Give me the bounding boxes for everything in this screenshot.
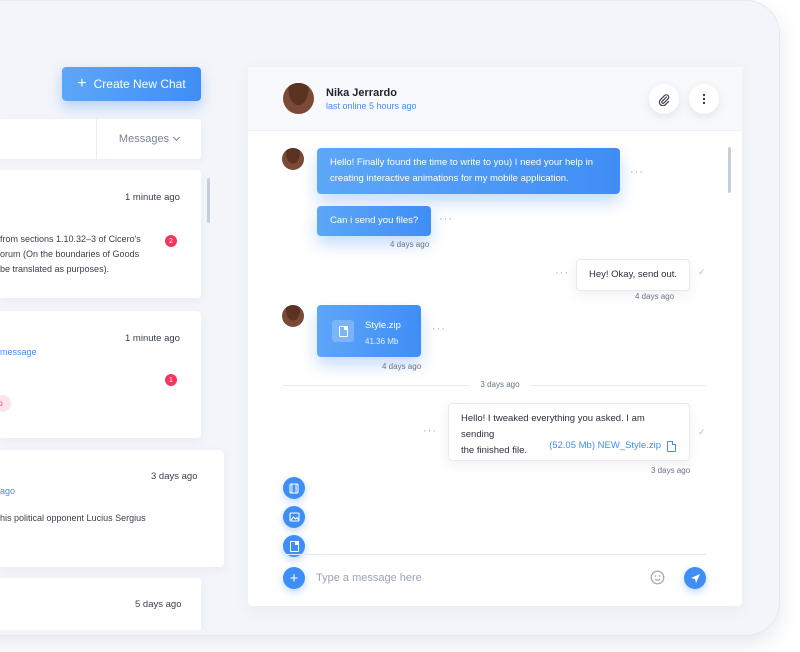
message-options-icon[interactable]: ··· (555, 267, 569, 279)
preview-line: orum (On the boundaries of Goods (0, 249, 140, 259)
message-options-icon[interactable]: ··· (630, 166, 644, 178)
message-time: 3 days ago (651, 466, 691, 475)
conversation-list-scrollbar[interactable] (207, 178, 210, 223)
conversation-item[interactable]: 5 days ago (0, 578, 201, 630)
file-size: 41.36 Mb (365, 337, 399, 346)
film-icon (289, 482, 299, 494)
conversation-link[interactable]: ago (0, 486, 15, 496)
attach-video-button[interactable] (283, 477, 305, 499)
conversation-item[interactable]: 1 minute ago message 1 to (0, 311, 201, 438)
send-button[interactable] (684, 567, 706, 589)
paperclip-icon (658, 93, 670, 106)
conversation-filter-bar: Messages (0, 119, 201, 159)
messages-scrollbar[interactable] (728, 147, 731, 193)
unread-badge: 2 (165, 235, 177, 247)
filter-label: Messages (118, 133, 170, 145)
chat-panel: Nika Jerrardo last online 5 hours ago He… (248, 67, 742, 606)
message-time: 4 days ago (635, 292, 675, 301)
message-time: 4 days ago (390, 240, 430, 249)
conversation-link[interactable]: message (0, 347, 37, 357)
label-tag: to (0, 395, 11, 412)
conversation-item[interactable]: 3 days ago ago his political opponent Lu… (0, 450, 224, 567)
read-check-icon: ✓ (698, 267, 706, 277)
conversation-time: 3 days ago (151, 471, 198, 482)
conversation-list: 1 minute ago from sections 1.10.32–3 of … (0, 170, 230, 630)
contact-status: last online 5 hours ago (326, 101, 417, 111)
create-new-chat-button[interactable]: + Create New Chat (62, 67, 201, 101)
outgoing-message: Hey! Okay, send out. (576, 259, 691, 291)
emoji-button[interactable] (650, 570, 665, 590)
create-new-chat-label: Create New Chat (93, 77, 186, 91)
file-icon (332, 320, 354, 342)
attach-button[interactable] (649, 84, 679, 114)
chat-header: Nika Jerrardo last online 5 hours ago (248, 67, 742, 131)
add-attachment-button[interactable]: + (283, 567, 305, 589)
document-icon (667, 440, 676, 452)
attachment-name: (52.05 Mb) NEW_Style.zip (549, 440, 661, 451)
preview-line: from sections 1.10.32–3 of Cicero's (0, 234, 141, 244)
contact-name: Nika Jerrardo (326, 87, 397, 99)
read-check-icon: ✓ (698, 427, 706, 437)
message-options-icon[interactable]: ··· (439, 213, 453, 225)
file-name: Style.zip (365, 320, 401, 331)
outgoing-message: Hello! I tweaked everything you asked. I… (448, 403, 690, 461)
conversation-time: 1 minute ago (125, 192, 180, 203)
attach-image-button[interactable] (283, 506, 305, 528)
conversation-time: 1 minute ago (125, 333, 180, 344)
chevron-down-icon (173, 133, 181, 142)
incoming-message: Can i send you files? (317, 206, 432, 236)
vertical-dots-icon (702, 93, 706, 105)
conversation-preview: from sections 1.10.32–3 of Cicero's orum… (0, 232, 160, 277)
incoming-message: Hello! Finally found the time to write t… (317, 148, 620, 194)
send-icon (690, 573, 700, 583)
conversation-time: 5 days ago (135, 599, 182, 610)
composer-divider (283, 554, 706, 555)
plus-icon: + (289, 569, 299, 587)
messages-filter-dropdown[interactable]: Messages (97, 119, 201, 159)
message-options-icon[interactable]: ··· (423, 425, 437, 437)
preview-line: his political opponent Lucius Sergius (0, 513, 146, 523)
message-input[interactable] (316, 567, 636, 589)
sender-avatar (282, 305, 304, 327)
sender-avatar (282, 148, 304, 170)
attachment-link[interactable]: (52.05 Mb) NEW_Style.zip (549, 438, 676, 454)
message-text: creating interactive animations for my m… (330, 173, 569, 184)
message-time: 4 days ago (382, 362, 422, 371)
file-icon (289, 540, 299, 552)
message-text: Can i send you files? (330, 215, 419, 226)
contact-avatar[interactable] (283, 83, 314, 114)
date-separator: 3 days ago (470, 380, 530, 389)
smiley-icon (650, 570, 665, 585)
unread-badge: 1 (165, 374, 177, 386)
message-options-icon[interactable]: ··· (432, 323, 446, 335)
more-options-button[interactable] (689, 84, 719, 114)
plus-icon: + (77, 75, 87, 92)
image-icon (288, 512, 300, 522)
file-message[interactable]: Style.zip 41.36 Mb (317, 305, 421, 357)
preview-line: be translated as purposes). (0, 264, 110, 274)
message-text: Hello! Finally found the time to write t… (330, 157, 593, 168)
conversation-preview: his political opponent Lucius Sergius (0, 511, 200, 526)
conversation-item[interactable]: 1 minute ago from sections 1.10.32–3 of … (0, 170, 201, 298)
message-text: Hey! Okay, send out. (589, 269, 678, 280)
